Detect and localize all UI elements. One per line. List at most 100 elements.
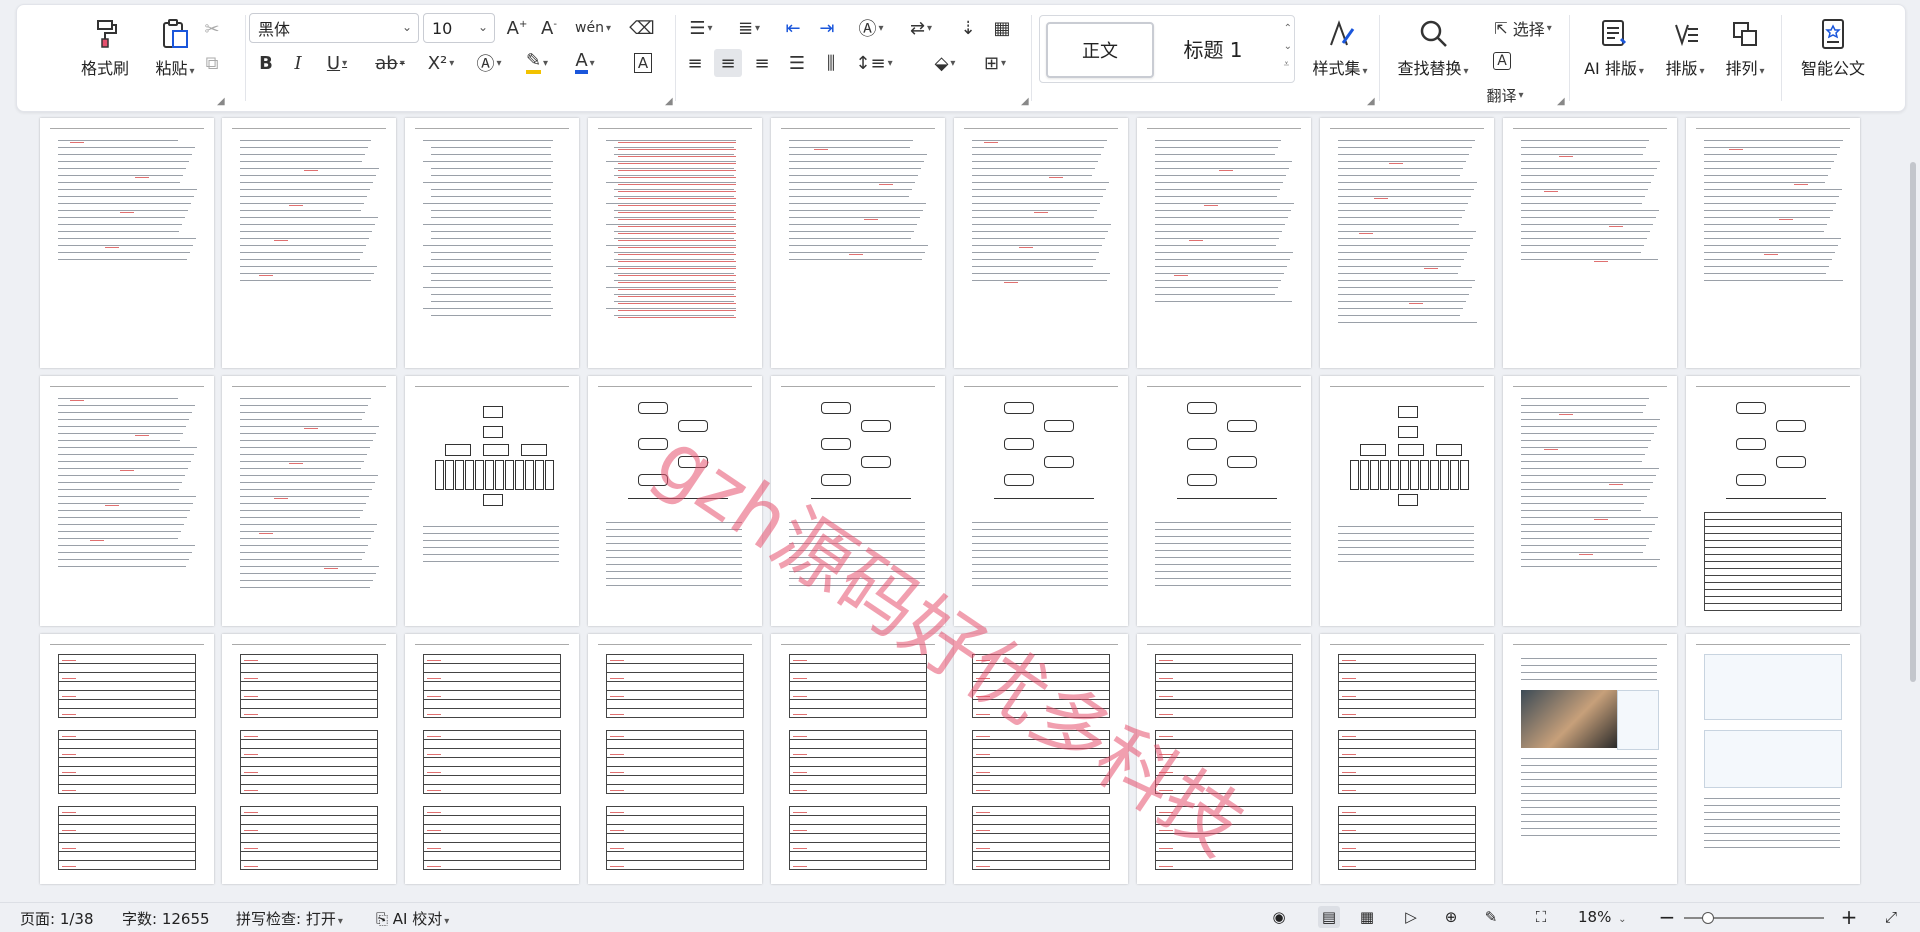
toc-entry: [614, 175, 734, 176]
align-center-button[interactable]: ≡: [714, 49, 742, 77]
spellcheck-underline: [135, 435, 149, 436]
text-line: [606, 529, 742, 530]
text-line: [1521, 231, 1650, 232]
decrease-indent-button[interactable]: ⇤: [779, 14, 807, 42]
text-line: [240, 405, 368, 406]
page-header-rule: [1330, 128, 1484, 129]
outline-view-button[interactable]: ▦: [1356, 906, 1378, 928]
chevron-down-icon[interactable]: ⌄: [1284, 38, 1292, 56]
phonetic-button[interactable]: wén ▾: [569, 14, 617, 42]
paragraph-launcher-icon[interactable]: ◢: [1021, 96, 1029, 107]
strikethrough-button[interactable]: ab ▾: [367, 49, 413, 77]
spellcheck-underline: [610, 848, 624, 849]
line-spacing-button[interactable]: ↕≡ ▾: [853, 49, 895, 77]
page-header-rule: [781, 644, 935, 645]
sort-button[interactable]: ⇄ ▾: [901, 14, 941, 42]
zoom-select[interactable]: 18% ⌄: [1578, 908, 1627, 926]
document-page-thumbnails[interactable]: [0, 112, 1920, 902]
clear-format-button[interactable]: ⌫: [627, 14, 657, 42]
font-launcher-icon[interactable]: ◢: [665, 96, 673, 107]
zoom-out-button[interactable]: −: [1656, 905, 1678, 929]
layout-button[interactable]: 排版 ▾: [1657, 11, 1713, 79]
char-border-button[interactable]: A: [629, 49, 657, 77]
style-heading1[interactable]: 标题 1: [1158, 22, 1268, 74]
underline-button[interactable]: U ▾: [317, 49, 357, 77]
toc-entry: [614, 238, 734, 239]
text-line: [972, 252, 1099, 253]
text-line: [1155, 161, 1292, 162]
styles-button[interactable]: 样式集 ▾: [1305, 11, 1375, 79]
spell-check-toggle[interactable]: 拼写检查: 打开 ▾: [236, 908, 343, 929]
translate-icon-button[interactable]: A: [1487, 47, 1517, 75]
arrange-button[interactable]: 排列 ▾: [1717, 11, 1773, 79]
font-name-value: 黑体: [258, 20, 291, 39]
borders-button[interactable]: ⊞ ▾: [975, 49, 1015, 77]
zoom-slider-thumb[interactable]: [1702, 912, 1714, 924]
document-page: [40, 118, 214, 368]
chevron-up-icon[interactable]: ⌃: [1284, 20, 1292, 38]
text-line: [789, 571, 925, 572]
spellcheck-underline: [304, 170, 318, 171]
format-painter-button[interactable]: 格式刷: [75, 11, 135, 79]
vertical-scrollbar[interactable]: [1908, 112, 1918, 892]
shrink-font-button[interactable]: A-: [535, 14, 563, 42]
font-color-button[interactable]: A ▾: [565, 49, 605, 77]
text-line: [1338, 273, 1458, 274]
shading-button[interactable]: ⬙ ▾: [925, 49, 965, 77]
expand-icon[interactable]: ⩡: [1284, 56, 1292, 74]
text-line: [240, 231, 372, 232]
translate-button[interactable]: 翻译 ▾: [1479, 81, 1531, 109]
style-normal[interactable]: 正文: [1046, 22, 1154, 78]
scrollbar-thumb[interactable]: [1910, 162, 1916, 682]
distribute-button[interactable]: ⫼: [817, 49, 845, 77]
bullet-list-button[interactable]: ☰ ▾: [681, 14, 721, 42]
text-line: [1521, 440, 1651, 441]
find-replace-button[interactable]: 查找替换 ▾: [1387, 11, 1479, 79]
play-button[interactable]: ▷: [1400, 906, 1422, 928]
page-indicator[interactable]: 页面: 1/38: [20, 908, 94, 929]
eye-protection-button[interactable]: ◉: [1268, 906, 1290, 928]
editing-launcher-icon[interactable]: ◢: [1557, 96, 1565, 107]
style-scroll[interactable]: ⌃ ⌄ ⩡: [1284, 20, 1292, 74]
text-line: [240, 552, 365, 553]
document-page: [1137, 376, 1311, 626]
spellcheck-underline: [120, 212, 134, 213]
toc-entry: [423, 224, 553, 225]
copy-button[interactable]: ⧉: [197, 49, 227, 77]
grow-font-button[interactable]: A+: [503, 14, 531, 42]
expand-icon: ⤢: [1884, 908, 1897, 926]
word-count[interactable]: 字数: 12655: [122, 908, 210, 929]
bold-button[interactable]: B: [253, 49, 279, 77]
flow-connector: [1726, 498, 1826, 499]
paragraph-mark-button[interactable]: ⇣: [955, 14, 981, 42]
number-list-button[interactable]: ≣ ▾: [729, 14, 769, 42]
font-size-select[interactable]: 10 ⌄: [423, 13, 495, 43]
text-direction-button[interactable]: Ⓐ ▾: [851, 14, 891, 42]
text-line: [1155, 294, 1275, 295]
ai-proof-button[interactable]: ⎘ AI 校对 ▾: [376, 908, 449, 929]
justify-button[interactable]: ☰: [783, 49, 811, 77]
font-name-select[interactable]: 黑体 ⌄: [249, 13, 419, 43]
write-mode-button[interactable]: ✎: [1480, 906, 1502, 928]
zoom-slider[interactable]: [1684, 912, 1824, 924]
page-view-button[interactable]: ▤: [1318, 906, 1340, 928]
italic-button[interactable]: I: [285, 49, 311, 77]
superscript-button[interactable]: X² ▾: [421, 49, 461, 77]
fullscreen-button[interactable]: ⤢: [1880, 906, 1902, 928]
select-button[interactable]: ⇱ 选择 ▾: [1485, 14, 1561, 42]
styles-launcher-icon[interactable]: ◢: [1367, 96, 1375, 107]
paste-button[interactable]: 粘贴 ▾: [145, 11, 205, 79]
web-view-button[interactable]: ⊕: [1440, 906, 1462, 928]
text-effect-button[interactable]: Ⓐ ▾: [469, 49, 509, 77]
align-left-button[interactable]: ≡: [681, 49, 709, 77]
ai-layout-button[interactable]: AI 排版 ▾: [1579, 11, 1649, 79]
increase-indent-button[interactable]: ⇥: [813, 14, 841, 42]
fit-page-button[interactable]: ⛶: [1530, 906, 1552, 928]
smart-doc-button[interactable]: 智能公文: [1787, 11, 1879, 79]
highlight-button[interactable]: ✎ ▾: [517, 49, 557, 77]
zoom-in-button[interactable]: +: [1838, 905, 1860, 929]
align-right-button[interactable]: ≡: [748, 49, 776, 77]
cut-button[interactable]: ✂: [197, 15, 227, 43]
ruler-button[interactable]: ▦: [989, 14, 1015, 42]
clipboard-launcher-icon[interactable]: ◢: [217, 96, 225, 107]
